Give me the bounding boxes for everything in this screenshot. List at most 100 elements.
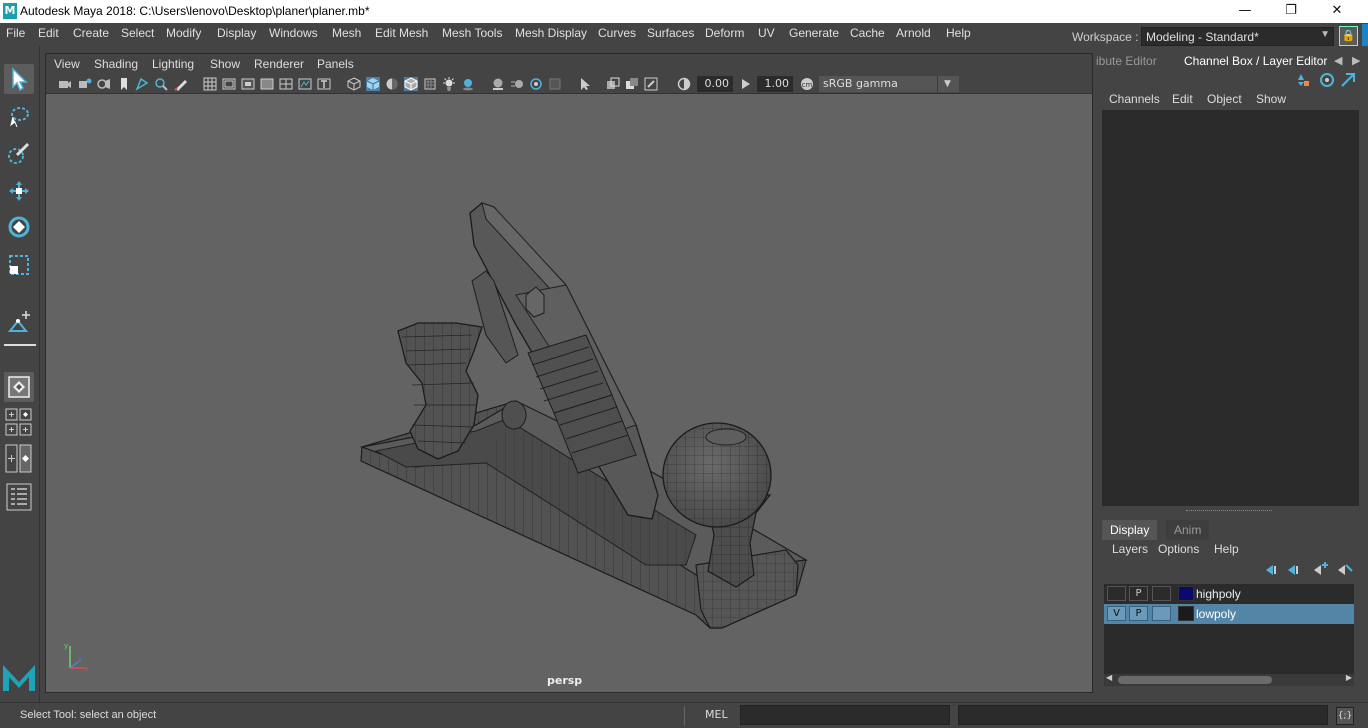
menu-surfaces[interactable]: Surfaces	[647, 26, 694, 40]
gate-mask-icon[interactable]	[260, 77, 274, 91]
film-gate-icon[interactable]	[222, 77, 236, 91]
wireframe-on-shaded-icon[interactable]	[404, 77, 418, 91]
lock-icon[interactable]: 🔒	[1339, 26, 1358, 46]
field-chart-icon[interactable]	[279, 77, 293, 91]
resolution-gate-icon[interactable]	[241, 77, 255, 91]
layer-display-type-toggle[interactable]	[1152, 606, 1171, 621]
chevron-right-icon[interactable]: ▶	[1352, 54, 1360, 67]
script-editor-button[interactable]: {;}	[1336, 707, 1354, 725]
attribute-editor-toggle-icon[interactable]	[1320, 73, 1334, 87]
two-view-layout-icon[interactable]	[4, 444, 34, 474]
cb-menu-channels[interactable]: Channels	[1109, 92, 1160, 106]
2d-pan-zoom-icon[interactable]	[154, 77, 168, 91]
vp-menu-view[interactable]: View	[54, 57, 80, 71]
menu-select[interactable]: Select	[121, 26, 154, 40]
default-material-icon[interactable]	[385, 77, 399, 91]
screen-space-ao-icon[interactable]	[491, 77, 505, 91]
menu-edit-mesh[interactable]: Edit Mesh	[375, 26, 428, 40]
menu-generate[interactable]: Generate	[789, 26, 839, 40]
vp-menu-show[interactable]: Show	[210, 57, 240, 71]
move-tool-icon[interactable]	[4, 176, 34, 206]
layer-row-lowpoly[interactable]: V P lowpoly	[1104, 604, 1354, 624]
menu-curves[interactable]: Curves	[598, 26, 636, 40]
paint-select-tool-icon[interactable]	[4, 138, 34, 168]
textured-icon[interactable]	[423, 77, 437, 91]
menu-modify[interactable]: Modify	[166, 26, 201, 40]
layer-menu-layers[interactable]: Layers	[1112, 542, 1148, 556]
menu-create[interactable]: Create	[73, 26, 109, 40]
four-view-layout-icon[interactable]	[4, 408, 34, 438]
menu-windows[interactable]: Windows	[269, 26, 318, 40]
chevron-left-icon[interactable]: ◀	[1334, 54, 1342, 67]
layer-menu-options[interactable]: Options	[1158, 542, 1199, 556]
new-layer-from-selection-icon[interactable]	[1338, 564, 1353, 575]
layer-visibility-toggle[interactable]	[1107, 586, 1126, 601]
isolate-select-icon[interactable]	[578, 77, 592, 91]
menu-deform[interactable]: Deform	[705, 26, 744, 40]
workspace-dropdown[interactable]: Modeling - Standard* ▼	[1141, 27, 1334, 46]
minimize-button[interactable]: —	[1222, 0, 1268, 23]
safe-title-icon[interactable]	[317, 77, 331, 91]
menu-display[interactable]: Display	[217, 26, 256, 40]
layer-display-type-toggle[interactable]	[1152, 586, 1171, 601]
cb-menu-show[interactable]: Show	[1256, 92, 1286, 106]
multisample-aa-icon[interactable]	[529, 77, 543, 91]
cb-menu-object[interactable]: Object	[1207, 92, 1242, 106]
menu-uv[interactable]: UV	[758, 26, 775, 40]
command-language-label[interactable]: MEL	[705, 708, 728, 721]
menu-mesh-display[interactable]: Mesh Display	[515, 26, 587, 40]
menu-edit[interactable]: Edit	[38, 26, 59, 40]
xray-joints-icon[interactable]	[644, 77, 658, 91]
vp-menu-renderer[interactable]: Renderer	[254, 57, 304, 71]
panel-splitter[interactable]	[1186, 510, 1272, 513]
xray-active-icon[interactable]	[625, 77, 639, 91]
vp-menu-shading[interactable]: Shading	[94, 57, 138, 71]
safe-action-icon[interactable]	[298, 77, 312, 91]
vp-menu-panels[interactable]: Panels	[317, 57, 354, 71]
tab-anim[interactable]: Anim	[1166, 520, 1210, 540]
wireframe-icon[interactable]	[347, 77, 361, 91]
layer-playback-toggle[interactable]: P	[1129, 606, 1148, 621]
cb-menu-edit[interactable]: Edit	[1172, 92, 1193, 106]
menu-cache[interactable]: Cache	[850, 26, 885, 40]
xray-icon[interactable]	[606, 77, 620, 91]
viewport-canvas[interactable]	[46, 95, 1092, 692]
lights-icon[interactable]	[442, 77, 456, 91]
grid-icon[interactable]	[203, 77, 217, 91]
new-layer-icon[interactable]	[1314, 562, 1328, 575]
tab-channel-box[interactable]: Channel Box / Layer Editor	[1184, 54, 1327, 68]
grease-pencil-icon[interactable]	[174, 77, 188, 91]
layer-playback-toggle[interactable]: P	[1129, 586, 1148, 601]
hand-plane-model[interactable]	[46, 95, 1092, 692]
bookmark-icon[interactable]	[117, 77, 131, 91]
menu-mesh[interactable]: Mesh	[332, 26, 361, 40]
color-management-icon[interactable]: cm	[800, 77, 814, 91]
exposure-icon[interactable]	[677, 77, 691, 91]
scale-tool-icon[interactable]	[4, 250, 34, 280]
restore-button[interactable]: ❐	[1268, 0, 1314, 23]
image-plane-icon[interactable]	[135, 77, 149, 91]
layer-row-highpoly[interactable]: P highpoly	[1104, 584, 1354, 604]
scroll-right-icon[interactable]: ▶	[1346, 673, 1352, 682]
move-layer-up-icon[interactable]	[1266, 565, 1276, 575]
chevron-down-icon[interactable]: ▼	[937, 76, 957, 92]
channel-box-toggle-icon[interactable]	[1298, 74, 1309, 86]
camera-bookmark-icon[interactable]	[97, 77, 111, 91]
channel-box-area[interactable]	[1102, 110, 1359, 506]
menu-arnold[interactable]: Arnold	[896, 26, 931, 40]
layer-color-swatch[interactable]	[1178, 586, 1194, 601]
exposure-field[interactable]: 0.00	[697, 76, 733, 92]
layer-list-scrollbar[interactable]: ◀ ▶	[1104, 673, 1354, 686]
camera-icon[interactable]	[58, 77, 72, 91]
layer-menu-help[interactable]: Help	[1214, 542, 1239, 556]
smooth-shade-icon[interactable]	[366, 77, 380, 91]
transform-tool-icon[interactable]	[4, 308, 34, 338]
vp-menu-lighting[interactable]: Lighting	[152, 57, 194, 71]
rotate-tool-icon[interactable]	[4, 212, 34, 242]
layer-visibility-toggle[interactable]: V	[1107, 606, 1126, 621]
move-layer-down-icon[interactable]	[1288, 565, 1298, 575]
menu-file[interactable]: File	[6, 26, 25, 40]
camera-attributes-icon[interactable]	[78, 77, 92, 91]
depth-of-field-icon[interactable]	[548, 77, 562, 91]
gamma-icon[interactable]	[739, 77, 753, 91]
